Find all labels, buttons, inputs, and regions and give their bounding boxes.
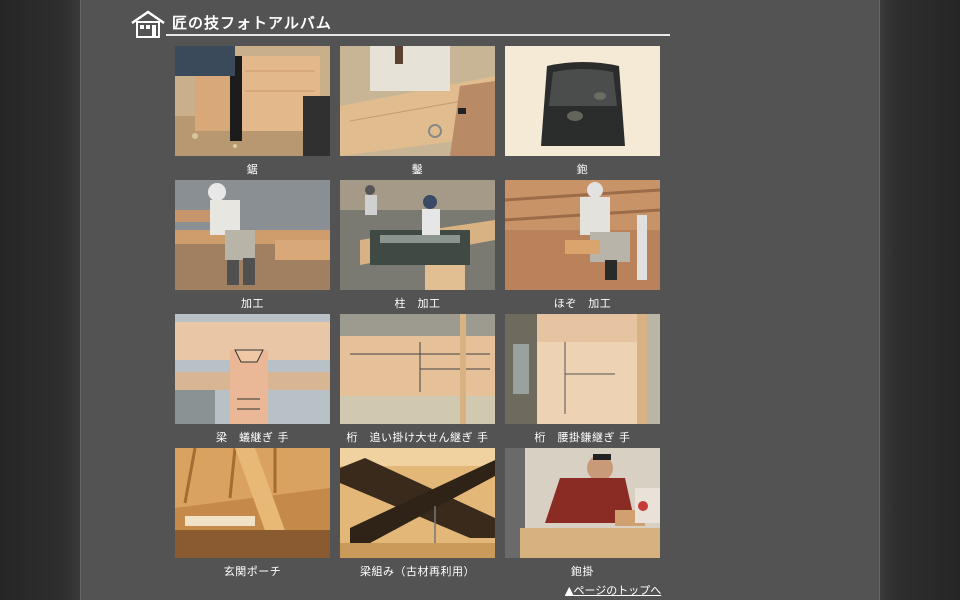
- photo-beam-dovetail[interactable]: [175, 314, 330, 424]
- photo-item: 鑿: [340, 46, 495, 180]
- photo-caption: 鉋掛: [571, 565, 594, 578]
- title-divider: [166, 34, 670, 36]
- photo-caption: 梁 蟻継ぎ 手: [216, 431, 289, 444]
- left-margin: [0, 0, 80, 600]
- photo-worker-carving[interactable]: [175, 180, 330, 290]
- photo-girder-kama[interactable]: [505, 314, 660, 424]
- photo-item: 梁組み（古材再利用）: [340, 448, 495, 582]
- photo-item: 鉋掛: [505, 448, 660, 582]
- photo-item: 柱 加工: [340, 180, 495, 314]
- photo-caption: 鑿: [411, 163, 424, 176]
- photo-plane[interactable]: [505, 46, 660, 156]
- photo-item: 鋸: [175, 46, 330, 180]
- page-title: 匠の技フォトアルバム: [172, 14, 332, 32]
- photo-girder-joint[interactable]: [340, 314, 495, 424]
- photo-caption: 玄関ポーチ: [223, 565, 282, 578]
- photo-planing[interactable]: [505, 448, 660, 558]
- photo-item: ほぞ 加工: [505, 180, 660, 314]
- photo-item: 玄関ポーチ: [175, 448, 330, 582]
- right-margin: [880, 0, 960, 600]
- photo-old-beams[interactable]: [340, 448, 495, 558]
- photo-caption: 桁 追い掛け大せん継ぎ 手: [346, 431, 489, 444]
- photo-caption: ほぞ 加工: [553, 297, 612, 310]
- photo-item: 鉋: [505, 46, 660, 180]
- photo-item: 加工: [175, 180, 330, 314]
- page-top-link[interactable]: ▲ページのトップへ: [565, 582, 661, 598]
- photo-caption: 鋸: [246, 163, 259, 176]
- photo-caption: 柱 加工: [394, 297, 441, 310]
- photo-item: 桁 腰掛鎌継ぎ 手: [505, 314, 660, 448]
- photo-grid: 鋸 鑿 鉋 加工 柱 加工 ほぞ 加工 梁 蟻継ぎ 手 桁 追い掛け大せん継ぎ …: [175, 46, 660, 582]
- photo-pillar-machine[interactable]: [340, 180, 495, 290]
- page-header: 匠の技フォトアルバム: [130, 8, 670, 38]
- photo-item: 梁 蟻継ぎ 手: [175, 314, 330, 448]
- photo-item: 桁 追い掛け大せん継ぎ 手: [340, 314, 495, 448]
- photo-tenon-work[interactable]: [505, 180, 660, 290]
- photo-porch-ceiling[interactable]: [175, 448, 330, 558]
- photo-caption: 桁 腰掛鎌継ぎ 手: [534, 431, 631, 444]
- photo-saw[interactable]: [175, 46, 330, 156]
- photo-caption: 梁組み（古材再利用）: [360, 565, 475, 578]
- photo-chisel[interactable]: [340, 46, 495, 156]
- house-icon: [131, 10, 165, 38]
- photo-caption: 鉋: [576, 163, 589, 176]
- photo-caption: 加工: [241, 297, 264, 310]
